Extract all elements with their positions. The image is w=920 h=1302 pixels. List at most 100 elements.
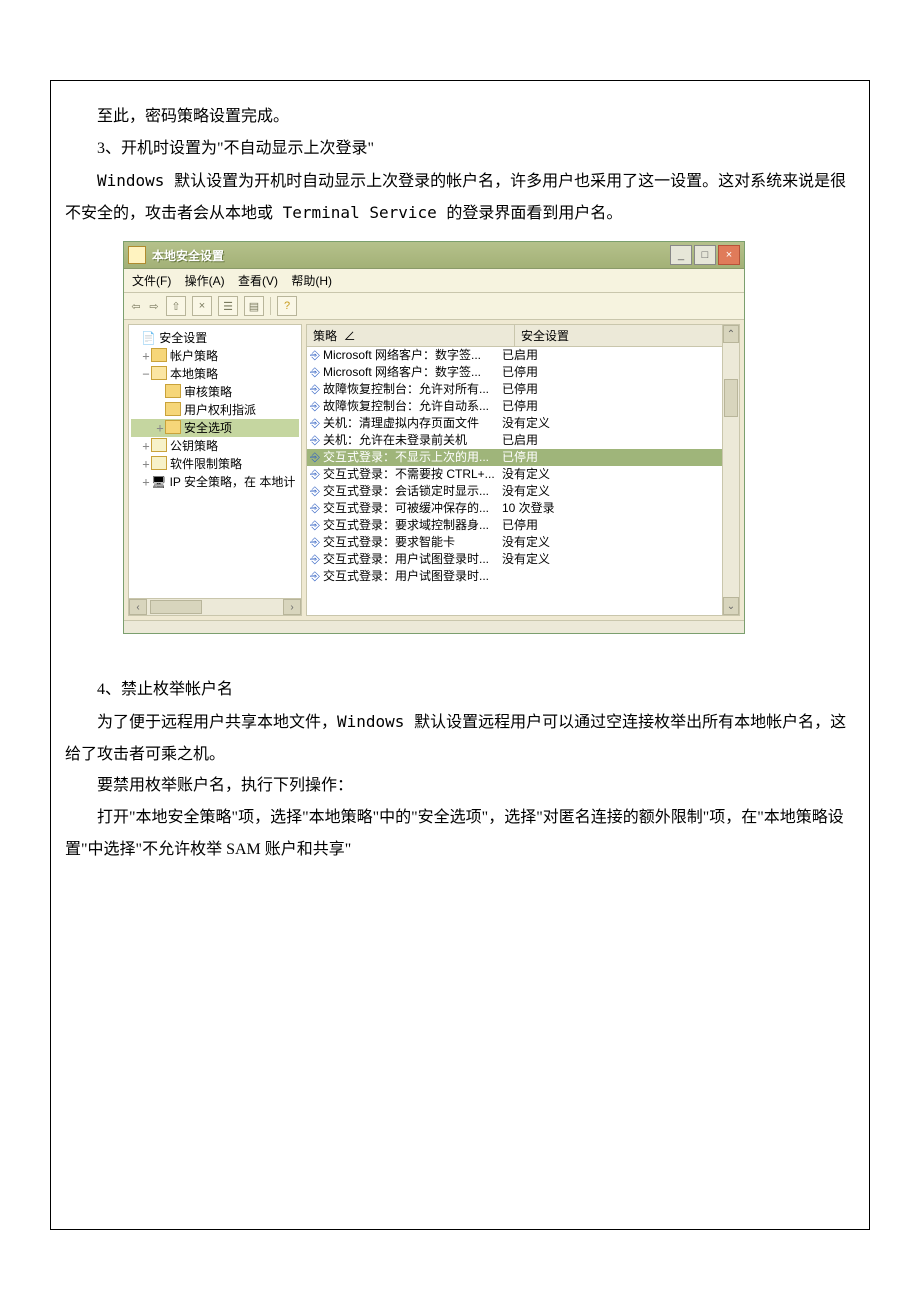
paragraph: 为了便于远程用户共享本地文件，Windows 默认设置远程用户可以通过空连接枚举…: [65, 706, 855, 770]
maximize-button[interactable]: □: [694, 245, 716, 265]
paragraph: 4、禁止枚举帐户名: [65, 674, 855, 706]
paragraph: 至此，密码策略设置完成。: [65, 101, 855, 133]
scroll-thumb[interactable]: [150, 600, 202, 614]
column-setting[interactable]: 安全设置: [515, 325, 739, 346]
window-title: 本地安全设置: [152, 247, 670, 264]
column-policy[interactable]: 策略 ∠: [307, 325, 515, 346]
list-row[interactable]: ⎆交互式登录：用户试图登录时...: [307, 568, 739, 585]
list-vscrollbar[interactable]: ⌃ ⌄: [722, 325, 739, 615]
list-row[interactable]: ⎆交互式登录：不需要按 CTRL+...没有定义: [307, 466, 739, 483]
policy-icon: ⎆: [307, 432, 323, 449]
paragraph: 打开"本地安全策略"项，选择"本地策略"中的"安全选项"，选择"对匿名连接的额外…: [65, 802, 855, 866]
policy-value: 已停用: [502, 364, 739, 381]
list-row[interactable]: ⎆关机：允许在未登录前关机已启用: [307, 432, 739, 449]
policy-name: 故障恢复控制台：允许对所有...: [323, 381, 502, 398]
help-button[interactable]: ?: [277, 296, 297, 316]
policy-icon: ⎆: [307, 483, 323, 500]
security-settings-window: 本地安全设置 _ □ × 文件(F) 操作(A) 查看(V) 帮助(H) ⇦ ⇨…: [123, 241, 745, 634]
policy-name: 关机：允许在未登录前关机: [323, 432, 502, 449]
scroll-thumb[interactable]: [724, 379, 738, 417]
back-button[interactable]: ⇦: [130, 297, 142, 315]
policy-name: 故障恢复控制台：允许自动系...: [323, 398, 502, 415]
policy-icon: ⎆: [307, 551, 323, 568]
policy-value: 已启用: [502, 347, 739, 364]
tree-node[interactable]: +帐户策略: [131, 347, 299, 365]
policy-value: 没有定义: [502, 415, 739, 432]
scroll-up-button[interactable]: ⌃: [723, 325, 739, 343]
policy-name: 交互式登录：不显示上次的用...: [323, 449, 502, 466]
list-row[interactable]: ⎆交互式登录：不显示上次的用...已停用: [307, 449, 739, 466]
menu-action[interactable]: 操作(A): [185, 274, 225, 288]
menu-view[interactable]: 查看(V): [238, 274, 278, 288]
minimize-button[interactable]: _: [670, 245, 692, 265]
list-rows: ⎆Microsoft 网络客户：数字签...已启用⎆Microsoft 网络客户…: [307, 347, 739, 585]
tree-node[interactable]: +公钥策略: [131, 437, 299, 455]
list-row[interactable]: ⎆交互式登录：用户试图登录时...没有定义: [307, 551, 739, 568]
policy-value: 没有定义: [502, 466, 739, 483]
policy-icon: ⎆: [307, 517, 323, 534]
policy-name: Microsoft 网络客户：数字签...: [323, 364, 502, 381]
list-row[interactable]: ⎆故障恢复控制台：允许自动系...已停用: [307, 398, 739, 415]
policy-icon: ⎆: [307, 415, 323, 432]
delete-button[interactable]: ×: [192, 296, 212, 316]
policy-name: 交互式登录：用户试图登录时...: [323, 568, 502, 585]
paragraph: 3、开机时设置为"不自动显示上次登录": [65, 133, 855, 165]
policy-name: Microsoft 网络客户：数字签...: [323, 347, 502, 364]
policy-value: 已停用: [502, 449, 739, 466]
policy-icon: ⎆: [307, 381, 323, 398]
policy-value: 没有定义: [502, 551, 739, 568]
tree-pane: 📄 安全设置 +帐户策略 −本地策略 审核策略 用户权利指派 +安全选项 +公钥…: [128, 324, 302, 616]
policy-value: 已停用: [502, 398, 739, 415]
export-button[interactable]: ▤: [244, 296, 264, 316]
tree-hscrollbar[interactable]: ‹ ›: [129, 598, 301, 615]
policy-value: 已停用: [502, 517, 739, 534]
list-row[interactable]: ⎆交互式登录：可被缓冲保存的...10 次登录: [307, 500, 739, 517]
scroll-left-button[interactable]: ‹: [129, 599, 147, 615]
tree-node[interactable]: −本地策略: [131, 365, 299, 383]
menu-help[interactable]: 帮助(H): [291, 274, 332, 288]
tree-node[interactable]: 审核策略: [131, 383, 299, 401]
scroll-down-button[interactable]: ⌄: [723, 597, 739, 615]
list-row[interactable]: ⎆交互式登录：要求域控制器身...已停用: [307, 517, 739, 534]
tree-node[interactable]: +🖥 IP 安全策略，在 本地计: [131, 473, 299, 491]
close-button[interactable]: ×: [718, 245, 740, 265]
policy-name: 交互式登录：会话锁定时显示...: [323, 483, 502, 500]
tree-root[interactable]: 📄 安全设置: [131, 329, 299, 347]
policy-name: 交互式登录：要求智能卡: [323, 534, 502, 551]
policy-name: 交互式登录：不需要按 CTRL+...: [323, 466, 502, 483]
properties-button[interactable]: ☰: [218, 296, 238, 316]
policy-icon: ⎆: [307, 568, 323, 585]
policy-value: 没有定义: [502, 483, 739, 500]
list-row[interactable]: ⎆故障恢复控制台：允许对所有...已停用: [307, 381, 739, 398]
tree-node[interactable]: 用户权利指派: [131, 401, 299, 419]
list-row[interactable]: ⎆Microsoft 网络客户：数字签...已停用: [307, 364, 739, 381]
up-button[interactable]: ⇧: [166, 296, 186, 316]
policy-value: [502, 568, 739, 585]
policy-icon: ⎆: [307, 449, 323, 466]
policy-name: 交互式登录：用户试图登录时...: [323, 551, 502, 568]
list-row[interactable]: ⎆关机：清理虚拟内存页面文件没有定义: [307, 415, 739, 432]
policy-icon: ⎆: [307, 534, 323, 551]
app-icon: [128, 246, 146, 264]
policy-name: 交互式登录：可被缓冲保存的...: [323, 500, 502, 517]
policy-value: 10 次登录: [502, 500, 739, 517]
policy-icon: ⎆: [307, 364, 323, 381]
tree-node[interactable]: +软件限制策略: [131, 455, 299, 473]
policy-value: 已启用: [502, 432, 739, 449]
policy-icon: ⎆: [307, 347, 323, 364]
list-row[interactable]: ⎆交互式登录：要求智能卡没有定义: [307, 534, 739, 551]
menu-file[interactable]: 文件(F): [132, 274, 171, 288]
scroll-right-button[interactable]: ›: [283, 599, 301, 615]
policy-name: 关机：清理虚拟内存页面文件: [323, 415, 502, 432]
statusbar: [124, 620, 744, 633]
titlebar[interactable]: 本地安全设置 _ □ ×: [124, 242, 744, 269]
policy-value: 没有定义: [502, 534, 739, 551]
paragraph: Windows 默认设置为开机时自动显示上次登录的帐户名，许多用户也采用了这一设…: [65, 165, 855, 229]
list-row[interactable]: ⎆Microsoft 网络客户：数字签...已启用: [307, 347, 739, 364]
list-pane: 策略 ∠ 安全设置 ⎆Microsoft 网络客户：数字签...已启用⎆Micr…: [306, 324, 740, 616]
toolbar: ⇦ ⇨ ⇧ × ☰ ▤ ?: [124, 293, 744, 320]
list-row[interactable]: ⎆交互式登录：会话锁定时显示...没有定义: [307, 483, 739, 500]
policy-icon: ⎆: [307, 398, 323, 415]
tree-node-selected[interactable]: +安全选项: [131, 419, 299, 437]
forward-button[interactable]: ⇨: [148, 297, 160, 315]
